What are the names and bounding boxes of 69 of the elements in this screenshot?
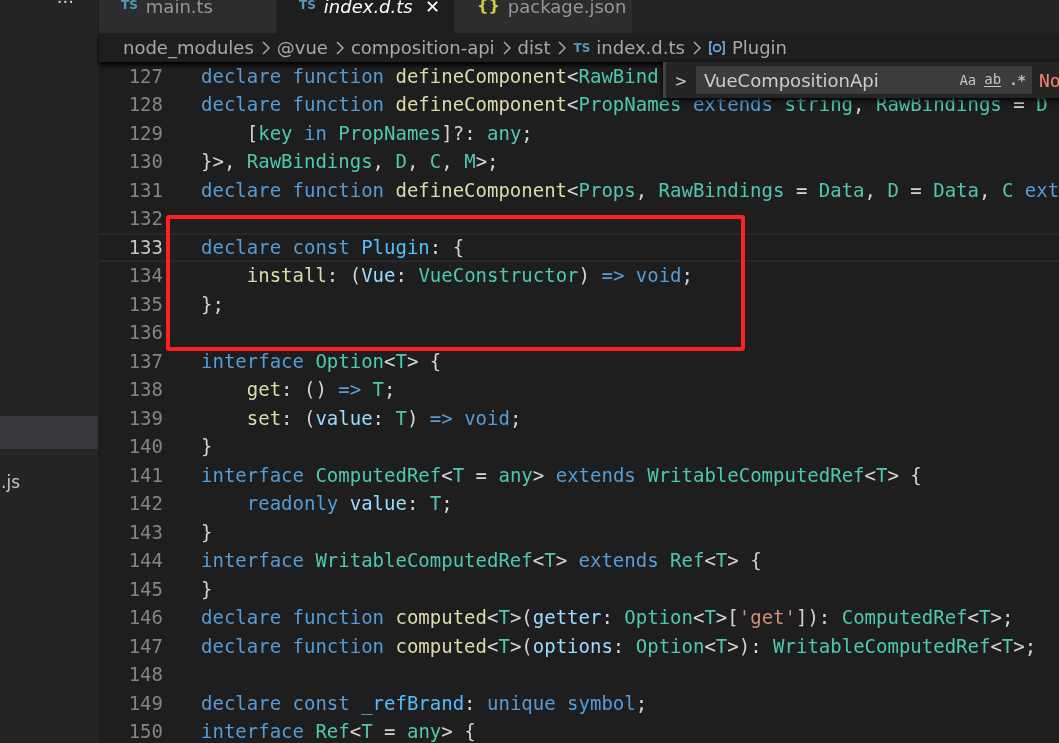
line-number: 131 — [127, 181, 163, 199]
chevron-icon — [260, 40, 270, 55]
code-line: get: () => T; — [245, 381, 396, 399]
selected-row[interactable] — [0, 416, 98, 449]
line-number: 141 — [127, 466, 163, 484]
line-number: 136 — [127, 324, 163, 342]
find-option[interactable]: .* — [1009, 72, 1026, 88]
code-line: readonly value: T; — [245, 495, 453, 513]
file-item[interactable]: .js — [0, 466, 98, 499]
line-number: 133 — [127, 238, 163, 256]
line-number: 135 — [127, 295, 163, 313]
line-number: 134 — [127, 267, 163, 285]
editor-tab[interactable]: TS main.ts — [99, 0, 277, 33]
code-line: } — [201, 523, 213, 541]
line-number: 149 — [127, 694, 163, 712]
breadcrumb-item[interactable]: node_modules — [123, 37, 254, 58]
code-line: declare const Plugin: { — [201, 238, 465, 256]
editor-tab[interactable]: TS index.d.ts ✕ — [277, 0, 455, 33]
file-type-icon: TS — [573, 40, 591, 55]
breadcrumb-item[interactable]: Plugin — [731, 37, 787, 58]
code-line: interface Option<T> { — [201, 352, 442, 370]
code-line: declare function computed<T>(options: Option<T>): WritableComputedRef<T>; — [201, 637, 1037, 655]
find-input[interactable]: VueCompositionApi Aa ab .* — [696, 66, 1032, 94]
line-number: 137 — [127, 352, 163, 370]
line-number: 132 — [127, 210, 163, 228]
file-type-icon: TS — [121, 0, 138, 10]
expand-toggle[interactable]: > — [666, 69, 696, 91]
code-line: interface WritableComputedRef<T> extends Ref<T> { — [201, 552, 762, 570]
find-option[interactable]: Aa — [959, 72, 977, 88]
breadcrumb-item[interactable]: @vue — [276, 37, 328, 58]
chevron-icon — [557, 40, 567, 55]
file-type-icon: TS — [299, 0, 316, 10]
close-icon[interactable]: ✕ — [424, 0, 440, 14]
symbol-icon — [707, 38, 726, 57]
line-number: 143 — [127, 523, 163, 541]
code-line: } — [201, 438, 213, 456]
code-line: interface Ref<T = any> { — [201, 723, 476, 741]
line-number: 142 — [127, 495, 163, 513]
line-number: 144 — [127, 552, 163, 570]
line-number: 138 — [127, 381, 163, 399]
line-number: 140 — [127, 438, 163, 456]
chevron-icon — [501, 40, 511, 55]
line-number: 147 — [127, 637, 163, 655]
line-number: 127 — [127, 67, 163, 85]
line-number: 128 — [127, 96, 163, 114]
code-line: set: (value: T) => void; — [245, 409, 522, 427]
code-line: } — [201, 580, 213, 598]
code-line: declare function defineComponent<Props, RawBindings = Data, D = Data, C ext — [201, 181, 1059, 199]
code-line: }; — [201, 295, 224, 313]
line-number: 139 — [127, 409, 163, 427]
code-line: declare function defineComponent<RawBind — [201, 67, 659, 85]
code-line: interface ComputedRef<T = any> extends WritableComputedRef<T> { — [201, 466, 922, 484]
breadcrumb-item[interactable]: composition-api — [350, 37, 495, 58]
code-line: declare function computed<T>(getter: Option<T>['get']): ComputedRef<T>; — [201, 609, 1014, 627]
line-number: 130 — [127, 153, 163, 171]
chevron-icon — [691, 40, 701, 55]
more-actions[interactable]: ··· — [56, 0, 74, 14]
line-number: 145 — [127, 580, 163, 598]
code-line: install: (Vue: VueConstructor) => void; — [245, 267, 693, 285]
code-line: }>, RawBindings, D, C, M>; — [201, 153, 499, 171]
breadcrumb-item[interactable]: dist — [517, 37, 551, 58]
line-number: 148 — [127, 666, 163, 684]
chevron-icon — [334, 40, 344, 55]
breadcrumb-item[interactable]: index.d.ts — [596, 37, 685, 58]
find-result: No — [1039, 69, 1059, 91]
line-number: 146 — [127, 609, 163, 627]
line-number: 129 — [127, 124, 163, 142]
code-line: [key in PropNames]?: any; — [245, 124, 533, 142]
line-number: 150 — [127, 723, 163, 741]
